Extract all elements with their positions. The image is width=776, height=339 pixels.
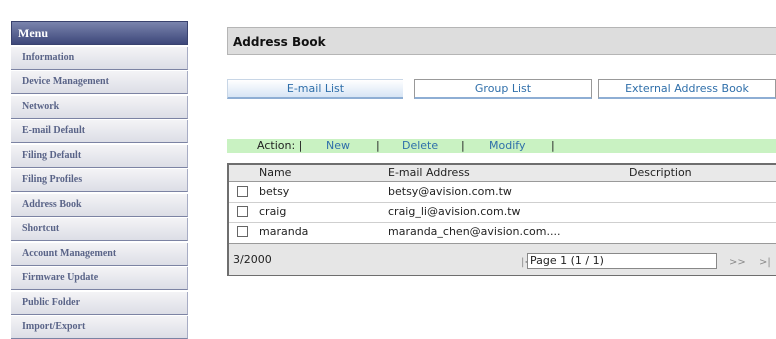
sidebar-item-filing-profiles[interactable]: Filing Profiles [11,169,188,192]
sidebar-item-address-book[interactable]: Address Book [11,193,188,217]
row-email: maranda_chen@avision.com.... [388,225,561,238]
row-checkbox[interactable] [237,186,248,197]
sidebar-item-network[interactable]: Network [11,95,188,119]
table-row[interactable]: craig craig_li@avision.com.tw [229,202,776,223]
sidebar-menu: Menu Information Device Management Netwo… [11,21,188,339]
row-email: craig_li@avision.com.tw [388,205,521,218]
column-header-name[interactable]: Name [259,165,291,181]
tab-email-list[interactable]: E-mail List [227,79,403,99]
page-selector[interactable]: Page 1 (1 / 1) [527,253,717,269]
sidebar-item-import-export[interactable]: Import/Export [11,316,188,339]
sidebar-item-information[interactable]: Information [11,46,188,70]
table-row[interactable]: maranda maranda_chen@avision.com.... [229,222,776,242]
action-label: Action: | [257,139,303,152]
action-separator: | [376,139,380,152]
sidebar-item-firmware-update[interactable]: Firmware Update [11,267,188,290]
modify-button[interactable]: Modify [489,139,525,153]
new-button[interactable]: New [326,139,350,153]
sidebar-item-account-management[interactable]: Account Management [11,242,188,266]
action-separator: | [551,139,555,152]
tab-group-list[interactable]: Group List [414,79,592,99]
page-title: Address Book [227,27,776,55]
sidebar-item-shortcut[interactable]: Shortcut [11,218,188,241]
sidebar-item-public-folder[interactable]: Public Folder [11,291,188,315]
record-count: 3/2000 [233,253,272,266]
sidebar-item-email-default[interactable]: E-mail Default [11,120,188,143]
action-bar: Action: | New | Delete | Modify | [227,139,776,153]
delete-button[interactable]: Delete [402,139,438,153]
column-header-email[interactable]: E-mail Address [388,165,470,181]
table-row[interactable]: betsy betsy@avision.com.tw [229,182,776,203]
column-header-description[interactable]: Description [629,165,692,181]
row-name: betsy [259,185,290,198]
row-checkbox[interactable] [237,226,248,237]
sidebar-item-device-management[interactable]: Device Management [11,71,188,94]
tab-external-address-book[interactable]: External Address Book [598,79,776,99]
table-footer: 3/2000 |< << Page 1 (1 / 1) >> >| [229,243,776,275]
sidebar-item-filing-default[interactable]: Filing Default [11,144,188,168]
row-name: craig [259,205,287,218]
address-table: Name E-mail Address Description betsy be… [227,163,776,276]
last-page-button[interactable]: >| [759,257,771,268]
tab-bar: E-mail List Group List External Address … [227,79,776,101]
row-name: maranda [259,225,309,238]
next-page-button[interactable]: >> [729,257,746,268]
action-separator: | [461,139,465,152]
menu-header: Menu [11,21,188,45]
row-checkbox[interactable] [237,206,248,217]
row-email: betsy@avision.com.tw [388,185,512,198]
table-header: Name E-mail Address Description [229,165,776,182]
